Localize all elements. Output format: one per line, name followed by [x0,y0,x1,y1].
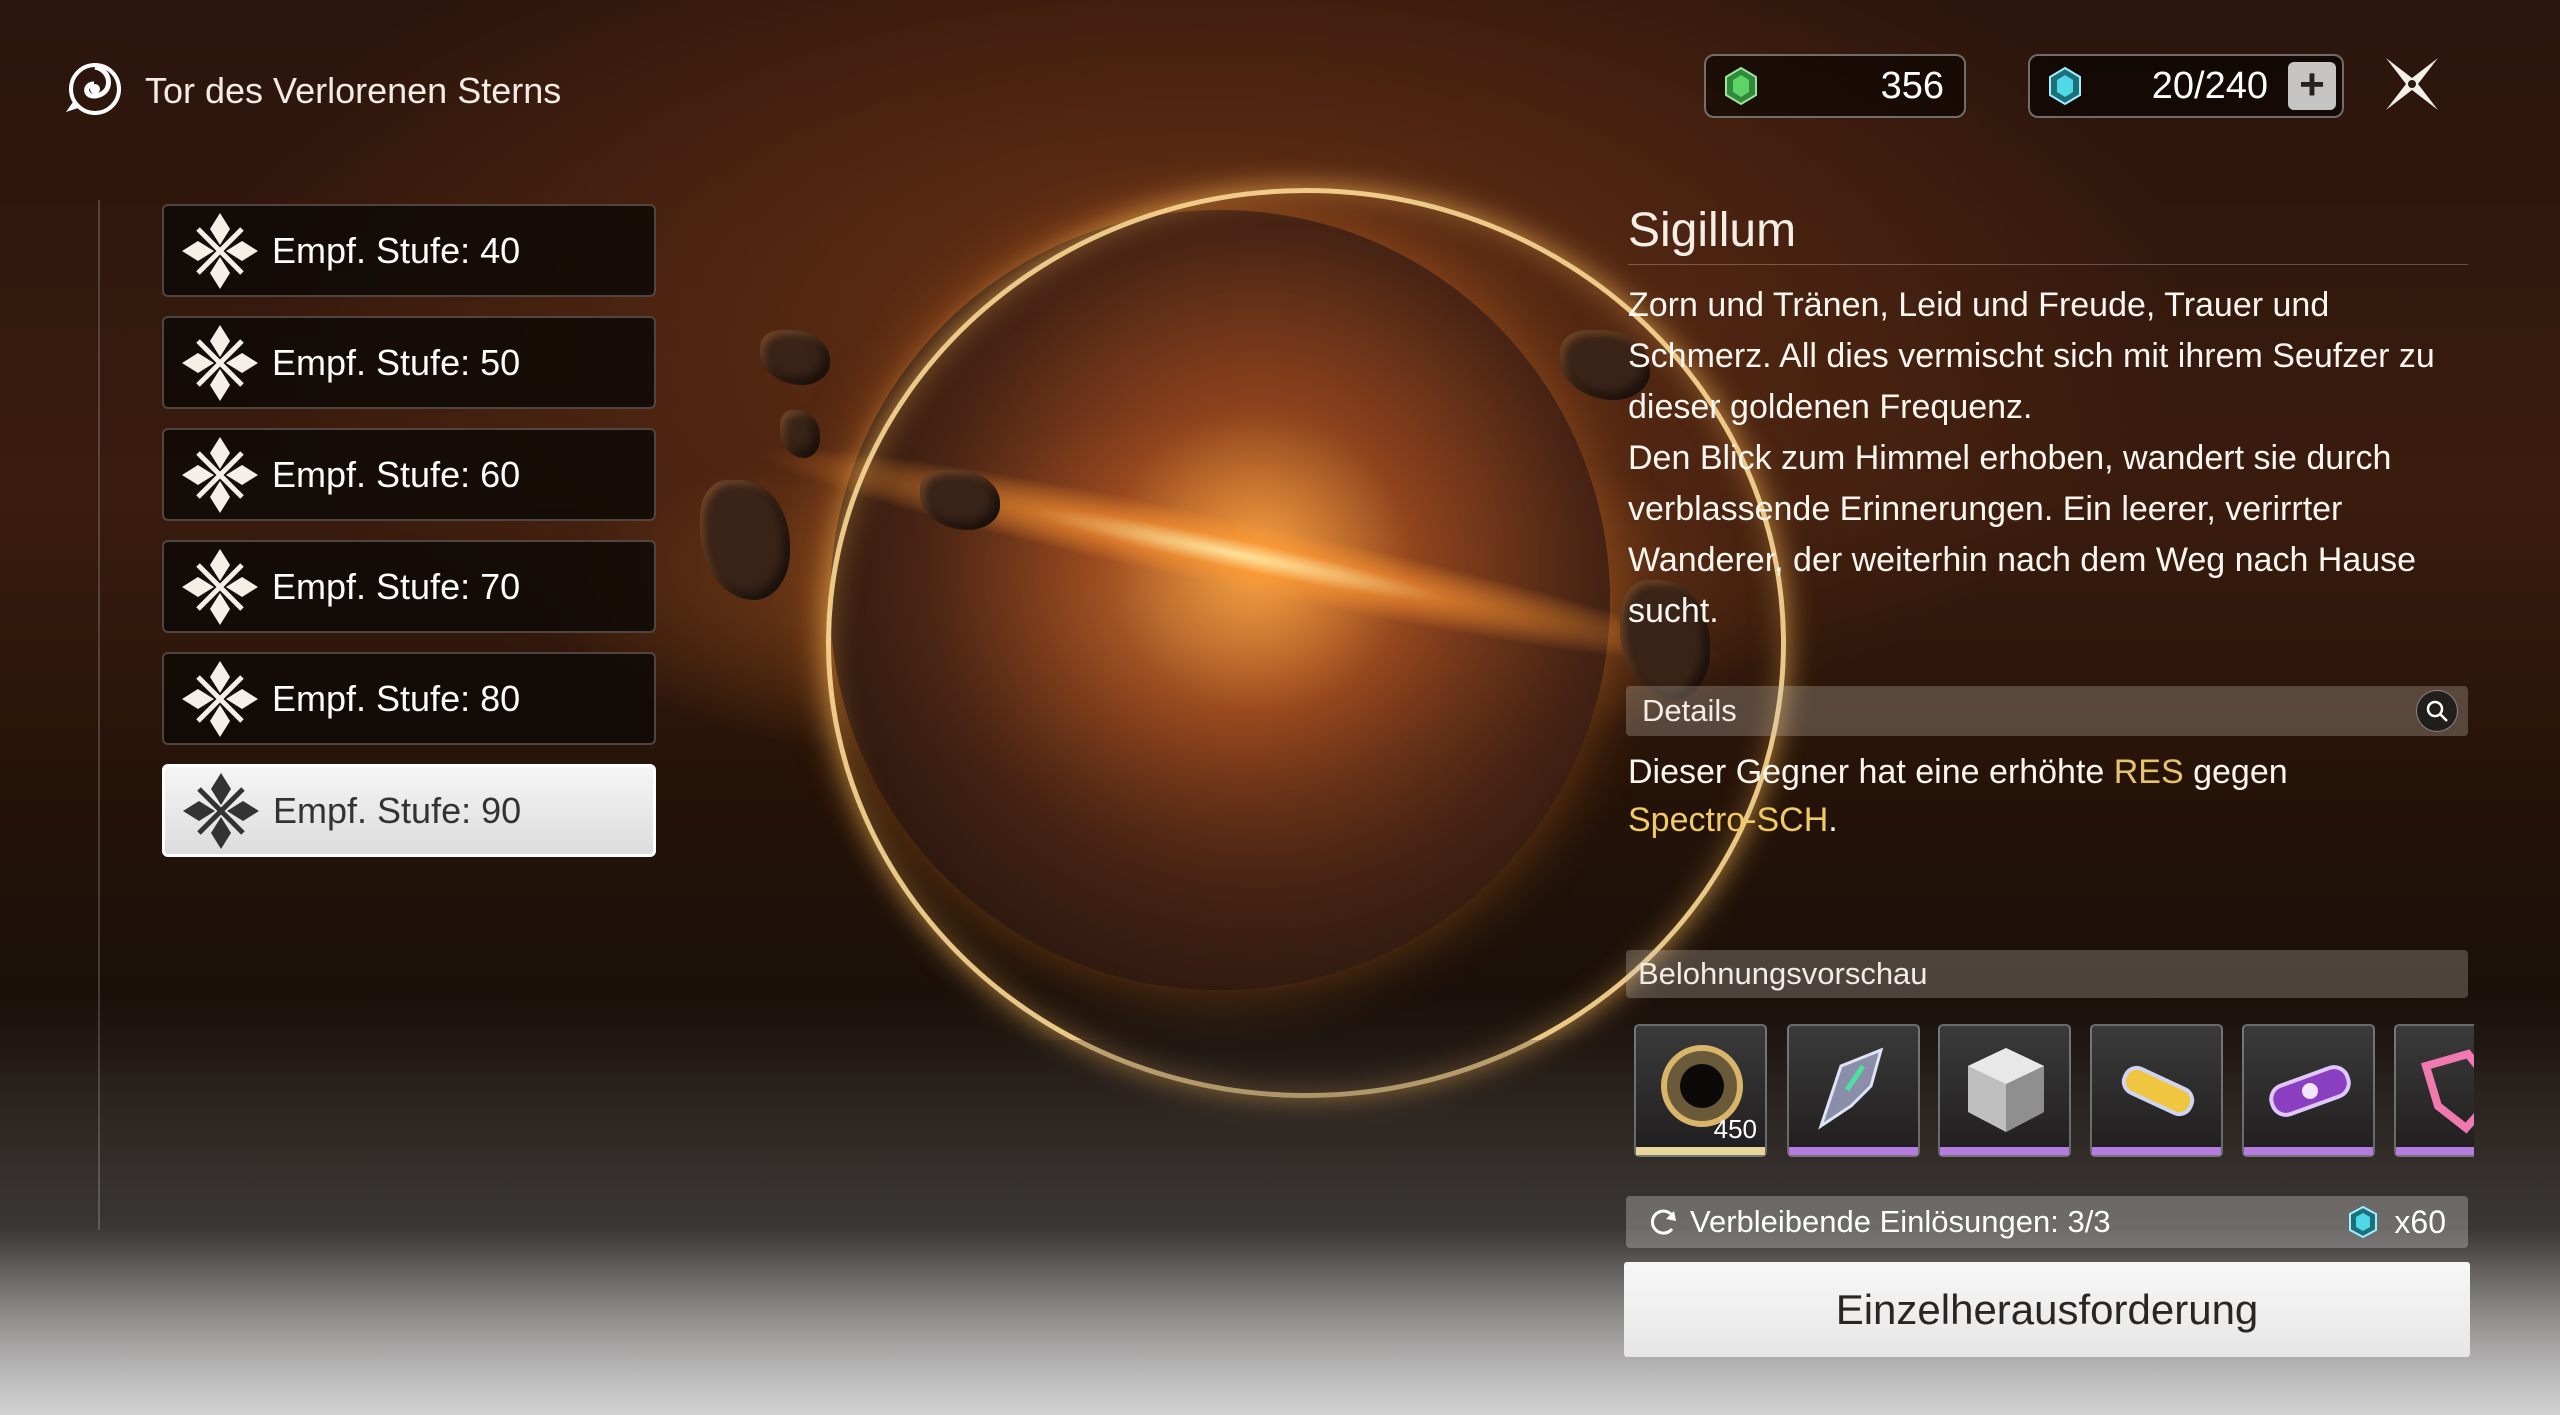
debris-rock [700,480,790,600]
details-title: Details [1642,693,1737,728]
spiral-logo-icon [66,63,121,115]
redeem-cost: x60 [2394,1203,2446,1240]
rarity-bar [2244,1147,2373,1155]
level-option[interactable]: Empf. Stufe: 90 [162,764,656,857]
rewards-title: Belohnungsvorschau [1638,956,1928,991]
reward-item[interactable]: 450 [1634,1024,1767,1157]
reward-item[interactable] [2090,1024,2223,1157]
debris-rock [760,330,830,385]
search-icon [2426,700,2448,722]
rewards-row: 450 [1634,1024,2474,1160]
divider [1628,264,2468,265]
remaining-redemptions: Verbleibende Einlösungen: 3/3 x60 [1626,1196,2468,1248]
level-option[interactable]: Empf. Stufe: 40 [162,204,656,297]
description-paragraph: Den Blick zum Himmel erhoben, wandert si… [1628,439,2417,630]
add-energy-button[interactable]: + [2288,62,2336,110]
weapon-material-icon [1818,1047,1884,1130]
exp-capsule-icon [2121,1065,2195,1117]
details-text-part: . [1828,801,1838,839]
difficulty-icon [182,212,258,289]
remaining-label: Verbleibende Einlösungen: 3/3 [1690,1204,2111,1239]
difficulty-icon [182,548,258,625]
element-highlight: Spectro-SCH [1628,801,1829,839]
rarity-bar [1940,1147,2069,1155]
energy-core-icon [2269,1065,2351,1117]
rarity-bar [1636,1147,1765,1155]
rarity-bar [2092,1147,2221,1155]
res-highlight: RES [2113,753,2184,791]
details-text-part: gegen [2183,753,2288,791]
details-search-button[interactable] [2416,690,2458,732]
details-text-part: Dieser Gegner hat eine erhöhte [1628,753,2114,791]
reward-item[interactable] [2394,1024,2474,1157]
details-header: Details [1626,686,2468,736]
difficulty-icon [182,436,258,513]
currency-counter-energy: 20/240 + [2028,54,2344,118]
single-challenge-button[interactable]: Einzelherausforderung [1624,1262,2470,1357]
details-text: Dieser Gegner hat eine erhöhte RES gegen… [1628,748,2478,844]
reward-item[interactable] [2242,1024,2375,1157]
level-option[interactable]: Empf. Stufe: 70 [162,540,656,633]
page-title: Tor des Verlorenen Sterns [145,70,562,111]
refresh-icon [1650,1209,1676,1235]
button-label: Einzelherausforderung [1835,1285,2259,1333]
reward-item[interactable] [1787,1024,1920,1157]
level-label: Empf. Stufe: 70 [272,565,521,607]
level-label: Empf. Stufe: 80 [272,677,521,719]
cyan-crystal-icon [2349,1205,2378,1239]
tuner-icon [2421,1049,2474,1134]
difficulty-icon [182,324,258,401]
difficulty-icon [182,660,258,737]
rarity-bar [1789,1147,1918,1155]
level-label: Empf. Stufe: 50 [272,341,521,383]
energy-value: 20/240 [2151,64,2268,107]
level-option[interactable]: Empf. Stufe: 80 [162,652,656,745]
material-cube-icon [1968,1048,2044,1132]
green-crystal-icon [1725,66,1757,106]
boss-description: Zorn und Tränen, Leid und Freude, Trauer… [1628,280,2478,637]
level-option[interactable]: Empf. Stufe: 60 [162,428,656,521]
level-option[interactable]: Empf. Stufe: 50 [162,316,656,409]
level-label: Empf. Stufe: 60 [272,453,521,495]
rewards-header: Belohnungsvorschau [1626,950,2468,998]
boss-name: Sigillum [1628,204,1797,257]
currency-counter-green: 356 [1704,54,1966,118]
level-label: Empf. Stufe: 90 [273,789,522,831]
reward-item[interactable] [1938,1024,2071,1157]
description-paragraph: Zorn und Tränen, Leid und Freude, Trauer… [1628,286,2435,426]
difficulty-icon [183,772,259,849]
rarity-bar [2396,1147,2474,1155]
divider-line [98,200,100,1230]
currency-value: 356 [1880,64,1944,107]
cyan-crystal-icon [2049,66,2081,106]
reward-count: 450 [1713,1114,1757,1144]
level-label: Empf. Stufe: 40 [272,229,521,271]
close-icon[interactable] [2380,52,2444,116]
